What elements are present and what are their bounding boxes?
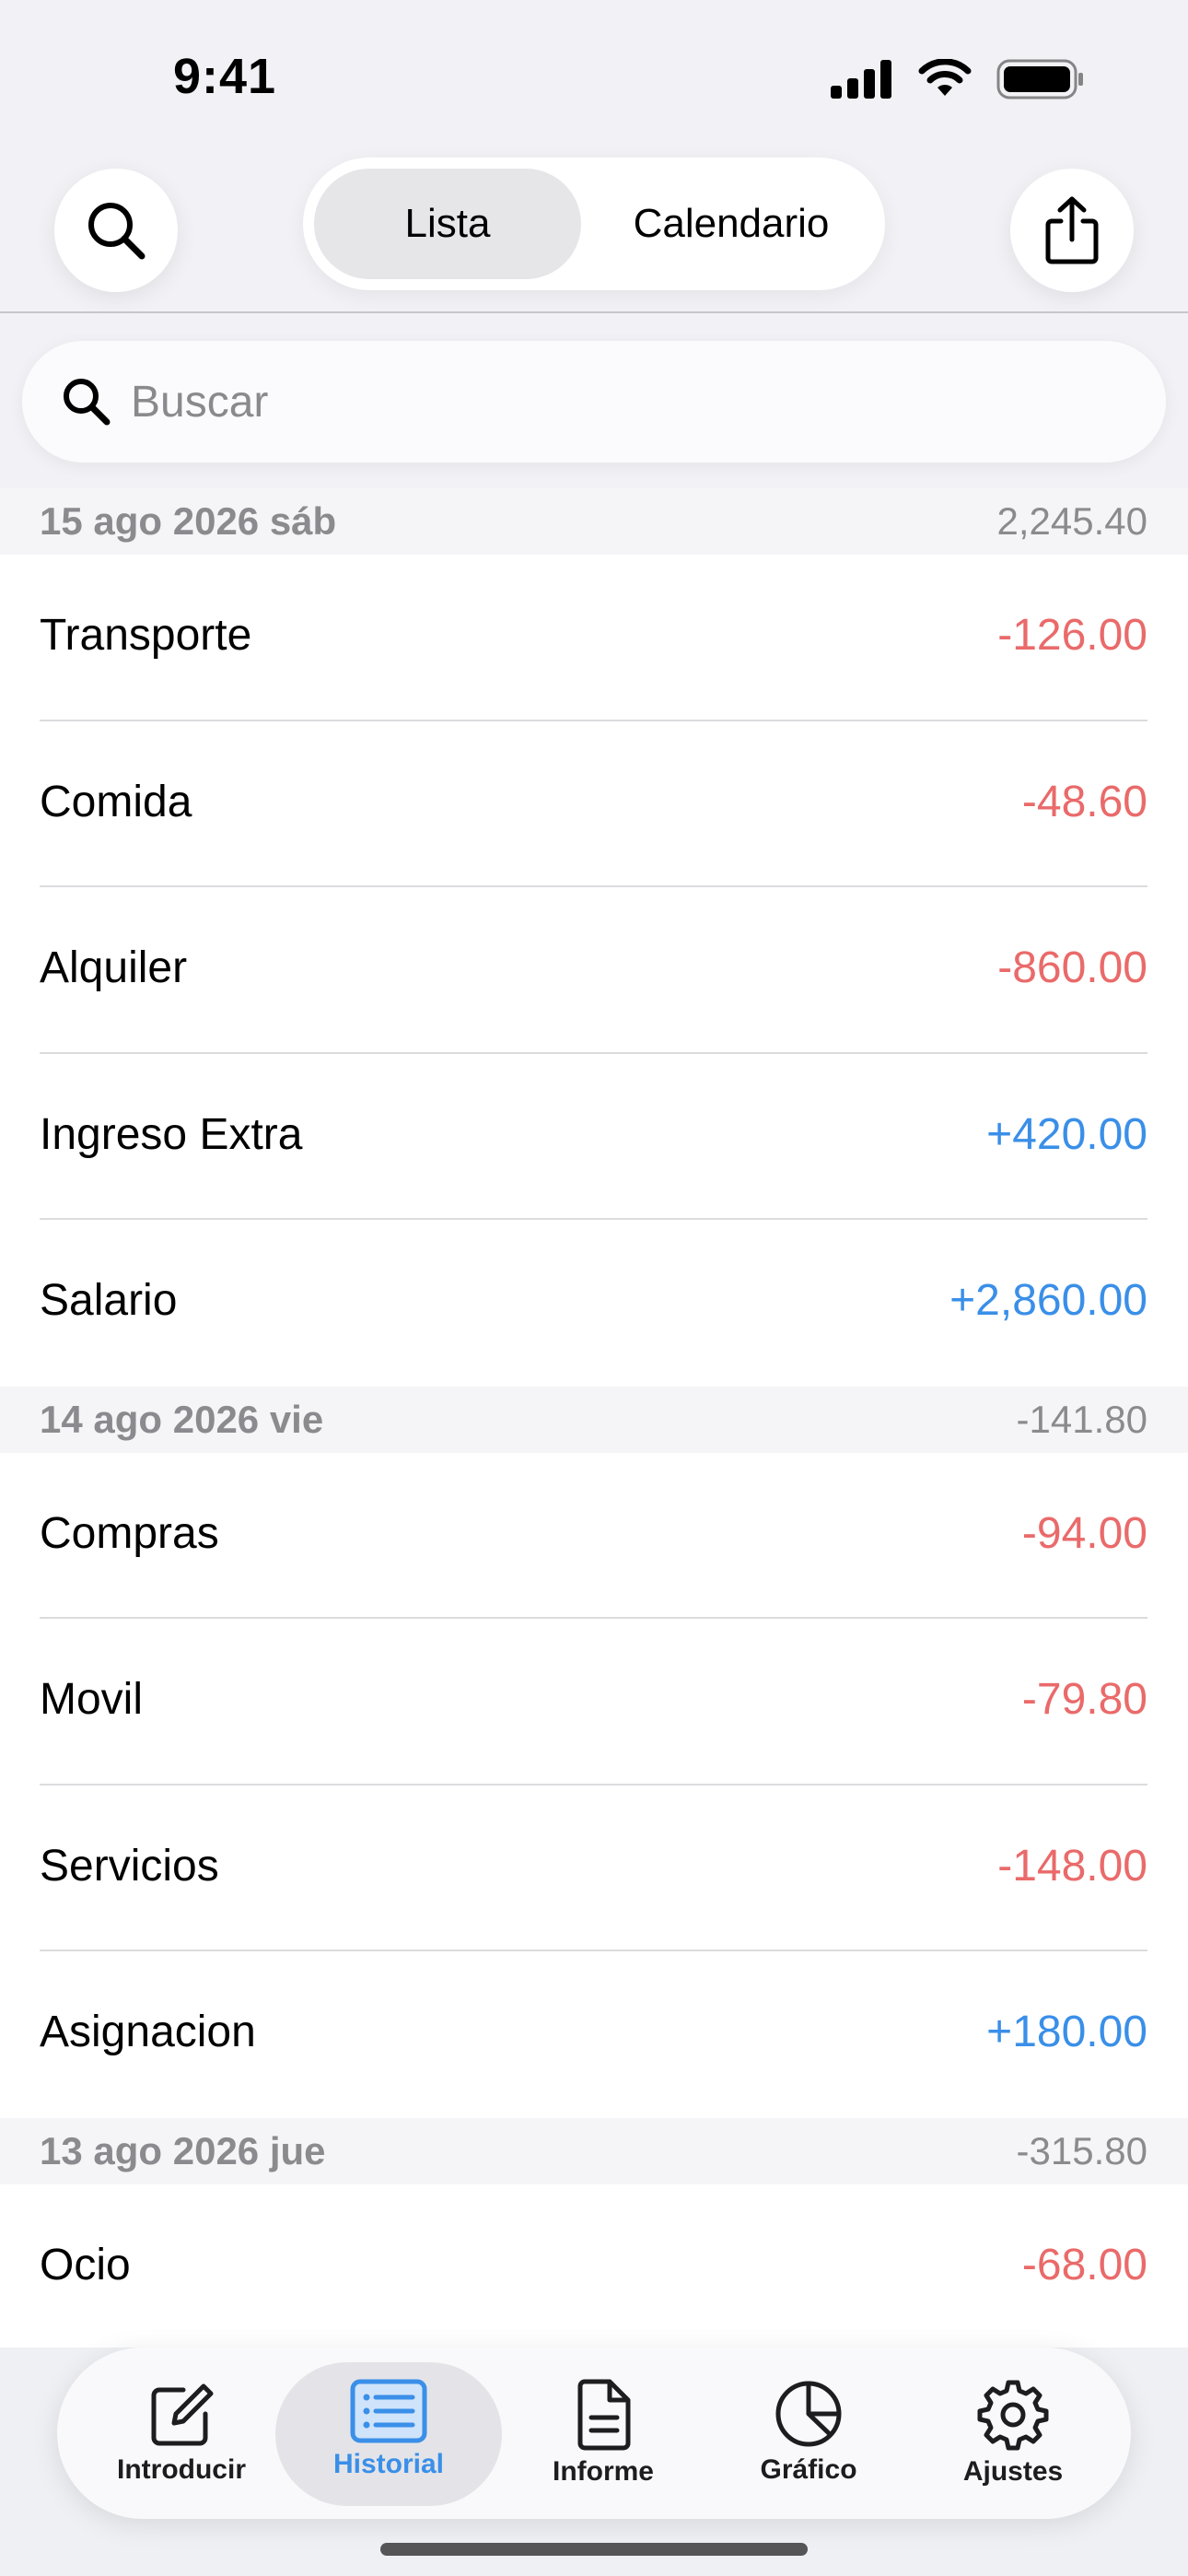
transaction-category: Movil (40, 1675, 144, 1724)
transaction-amount: -48.60 (1021, 777, 1147, 826)
tab-ajustes[interactable]: Ajustes (912, 2362, 1114, 2506)
transaction-group: Ocio -68.00 (0, 2184, 1188, 2350)
date-header: 13 ago 2026 jue -315.80 (0, 2117, 1188, 2184)
transaction-row[interactable]: Movil -79.80 (0, 1619, 1188, 1786)
transaction-row[interactable]: Asignacion +180.00 (0, 1951, 1188, 2118)
transaction-row[interactable]: Ingreso Extra +420.00 (0, 1054, 1188, 1220)
transaction-row[interactable]: Transporte -126.00 (0, 555, 1188, 721)
view-segmented-control: Lista Calendario (303, 158, 885, 290)
status-bar: 9:41 (0, 0, 1188, 157)
segment-lista-label: Lista (404, 201, 491, 246)
status-time: 9:41 (173, 49, 277, 104)
date-total: 2,245.40 (996, 499, 1148, 543)
share-button[interactable] (1010, 169, 1134, 292)
transactions-list: 15 ago 2026 sáb 2,245.40 Transporte -126… (0, 488, 1188, 2350)
compose-icon (151, 2383, 214, 2446)
transaction-category: Transporte (40, 611, 252, 660)
tab-introducir[interactable]: Introducir (80, 2362, 283, 2506)
share-icon (1045, 196, 1099, 264)
transaction-group: Compras -94.00 Movil -79.80 Servicios -1… (0, 1452, 1188, 2118)
search-icon (64, 379, 111, 426)
tab-label: Informe (552, 2456, 654, 2487)
tab-label: Ajustes (962, 2456, 1064, 2487)
transaction-amount: +420.00 (986, 1109, 1147, 1159)
date-header: 15 ago 2026 sáb 2,245.40 (0, 488, 1188, 555)
transaction-row[interactable]: Servicios -148.00 (0, 1786, 1188, 1951)
search-icon (88, 203, 146, 260)
transaction-amount: +2,860.00 (949, 1276, 1147, 1325)
segment-lista[interactable]: Lista (314, 169, 581, 279)
search-input[interactable] (131, 363, 1125, 440)
tab-bar: Introducir Historial Informe Gráfico Aju… (57, 2348, 1131, 2519)
date-label: 15 ago 2026 sáb (40, 499, 337, 543)
date-label: 14 ago 2026 vie (40, 1397, 324, 1441)
transaction-group: Transporte -126.00 Comida -48.60 Alquile… (0, 555, 1188, 1387)
search-button[interactable] (54, 169, 178, 292)
transaction-row[interactable]: Comida -48.60 (0, 721, 1188, 887)
document-icon (577, 2379, 631, 2451)
battery-icon (996, 59, 1083, 100)
transaction-amount: -68.00 (1021, 2240, 1147, 2289)
transaction-row[interactable]: Compras -94.00 (0, 1453, 1188, 1619)
transaction-amount: -860.00 (997, 943, 1147, 992)
header-bar: Lista Calendario (0, 147, 1188, 313)
transaction-amount: -126.00 (997, 611, 1147, 660)
transaction-row[interactable]: Salario +2,860.00 (0, 1220, 1188, 1387)
date-total: -141.80 (1016, 1397, 1147, 1441)
tab-label: Introducir (117, 2454, 246, 2485)
cellular-signal-icon (831, 60, 891, 99)
transaction-category: Ingreso Extra (40, 1109, 303, 1159)
pie-chart-icon (775, 2381, 842, 2447)
transaction-row[interactable]: Ocio -68.00 (0, 2184, 1188, 2350)
transaction-category: Asignacion (40, 2008, 256, 2056)
tab-historial[interactable]: Historial (275, 2362, 502, 2506)
transaction-category: Salario (40, 1276, 178, 1325)
transaction-amount: +180.00 (986, 2008, 1147, 2056)
transaction-amount: -148.00 (997, 1841, 1147, 1891)
segment-calendario[interactable]: Calendario (590, 169, 872, 279)
transaction-category: Compras (40, 1508, 219, 1558)
home-indicator (380, 2543, 808, 2556)
wifi-icon (918, 59, 972, 96)
tab-informe[interactable]: Informe (502, 2362, 705, 2506)
transaction-category: Comida (40, 777, 192, 826)
transaction-amount: -94.00 (1021, 1508, 1147, 1558)
transaction-row[interactable]: Alquiler -860.00 (0, 887, 1188, 1054)
transaction-category: Alquiler (40, 943, 188, 992)
transaction-category: Ocio (40, 2240, 131, 2289)
segment-calendario-label: Calendario (633, 201, 830, 246)
transaction-category: Servicios (40, 1841, 219, 1891)
date-total: -315.80 (1016, 2128, 1147, 2172)
tab-grafico[interactable]: Gráfico (707, 2362, 910, 2506)
tab-label: Gráfico (760, 2454, 857, 2485)
transaction-amount: -79.80 (1021, 1675, 1147, 1724)
date-label: 13 ago 2026 jue (40, 2128, 326, 2172)
tab-label: Historial (332, 2449, 445, 2479)
list-icon (350, 2379, 427, 2443)
date-header: 14 ago 2026 vie -141.80 (0, 1386, 1188, 1453)
status-icons (831, 59, 1085, 100)
gear-icon (977, 2380, 1049, 2451)
search-field[interactable] (22, 341, 1166, 463)
